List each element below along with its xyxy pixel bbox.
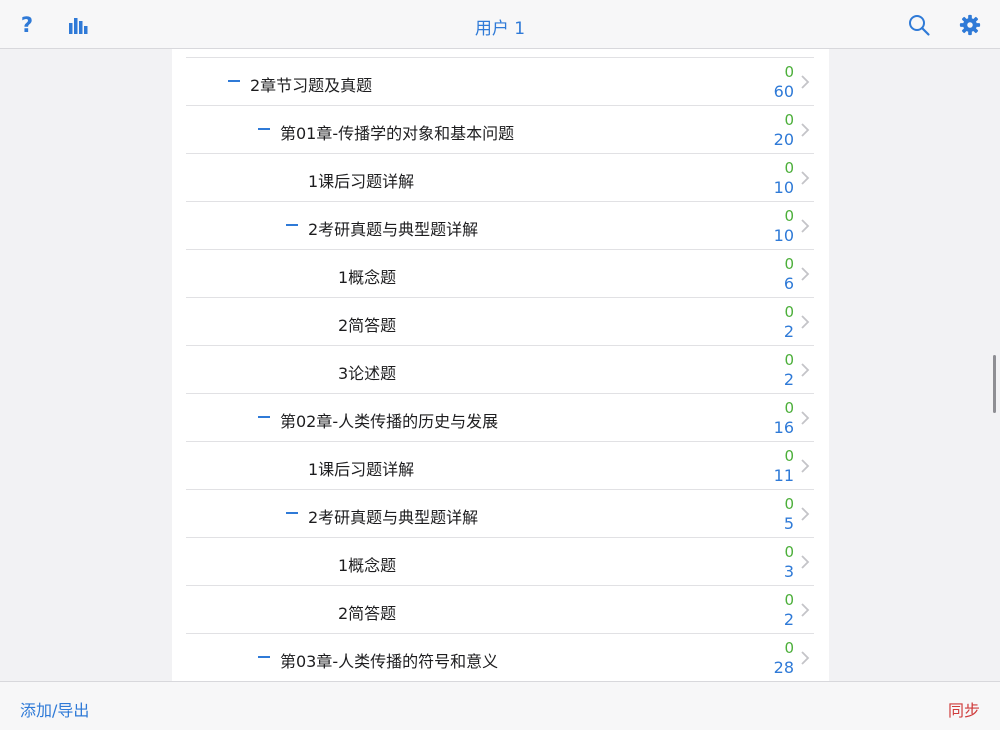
list-item[interactable]: 2章节习题及真题 0 60 xyxy=(186,58,814,106)
chevron-right-icon xyxy=(801,411,810,425)
chevron-right-icon xyxy=(801,651,810,665)
list-item[interactable]: 1概念题 0 6 xyxy=(186,250,814,298)
done-count: 0 xyxy=(784,111,794,129)
done-count: 0 xyxy=(784,63,794,81)
total-count: 16 xyxy=(773,418,794,437)
chevron-right-icon xyxy=(801,219,810,233)
list-item-label: 1概念题 xyxy=(338,556,397,575)
done-count: 0 xyxy=(784,303,794,321)
chevron-right-icon xyxy=(801,315,810,329)
done-count: 0 xyxy=(784,447,794,465)
total-count: 60 xyxy=(773,82,794,101)
chevron-right-icon xyxy=(801,123,810,137)
chevron-right-icon xyxy=(801,459,810,473)
chevron-right-icon xyxy=(801,603,810,617)
search-button[interactable] xyxy=(906,12,932,38)
gear-icon xyxy=(959,14,981,36)
done-count: 0 xyxy=(784,207,794,225)
total-count: 20 xyxy=(773,130,794,149)
list-item-label: 2考研真题与典型题详解 xyxy=(308,508,479,527)
list-item-label: 1课后习题详解 xyxy=(308,172,415,191)
chevron-right-icon xyxy=(801,363,810,377)
list-item-partial[interactable]: 0 xyxy=(186,49,814,58)
list-item[interactable]: 第01章-传播学的对象和基本问题 0 20 xyxy=(186,106,814,154)
total-count: 28 xyxy=(773,658,794,677)
done-count: 0 xyxy=(784,255,794,273)
done-count: 0 xyxy=(784,639,794,657)
total-count: 2 xyxy=(783,322,794,341)
total-count: 2 xyxy=(783,370,794,389)
done-count: 0 xyxy=(784,351,794,369)
list-item-label: 2简答题 xyxy=(338,604,397,623)
list-item-label: 2简答题 xyxy=(338,316,397,335)
list-item-label: 2考研真题与典型题详解 xyxy=(308,220,479,239)
list-item[interactable]: 3论述题 0 2 xyxy=(186,346,814,394)
list-item[interactable]: 第03章-人类传播的符号和意义 0 28 xyxy=(186,634,814,681)
total-count: 11 xyxy=(773,466,794,485)
list-item-label: 2章节习题及真题 xyxy=(250,76,373,95)
total-count: 3 xyxy=(783,562,794,581)
list-item[interactable]: 2简答题 0 2 xyxy=(186,586,814,634)
collapse-dash-icon[interactable] xyxy=(258,128,270,130)
done-count: 0 xyxy=(784,591,794,609)
list-item[interactable]: 1概念题 0 3 xyxy=(186,538,814,586)
list-item-label: 第03章-人类传播的符号和意义 xyxy=(280,652,499,671)
chevron-right-icon xyxy=(801,267,810,281)
chevron-right-icon xyxy=(801,171,810,185)
list-item[interactable]: 2简答题 0 2 xyxy=(186,298,814,346)
settings-button[interactable] xyxy=(957,12,983,38)
list-item-label: 1概念题 xyxy=(338,268,397,287)
list-item-label: 第02章-人类传播的历史与发展 xyxy=(280,412,499,431)
collapse-dash-icon[interactable] xyxy=(258,656,270,658)
top-toolbar: ? 用户 1 xyxy=(0,0,1000,49)
chevron-right-icon xyxy=(801,507,810,521)
total-count: 2 xyxy=(783,610,794,629)
partial-row-count: 0 xyxy=(784,49,794,53)
done-count: 0 xyxy=(784,495,794,513)
total-count: 5 xyxy=(783,514,794,533)
scrollbar[interactable] xyxy=(993,355,996,413)
search-icon xyxy=(909,15,930,36)
total-count: 10 xyxy=(773,226,794,245)
list-item[interactable]: 1课后习题详解 0 11 xyxy=(186,442,814,490)
bottom-toolbar: 添加/导出 同步 xyxy=(0,681,1000,730)
done-count: 0 xyxy=(784,543,794,561)
list-item-label: 第01章-传播学的对象和基本问题 xyxy=(280,124,515,143)
collapse-dash-icon[interactable] xyxy=(258,416,270,418)
list-item[interactable]: 2考研真题与典型题详解 0 10 xyxy=(186,202,814,250)
list-item[interactable]: 2考研真题与典型题详解 0 5 xyxy=(186,490,814,538)
done-count: 0 xyxy=(784,399,794,417)
sync-button[interactable]: 同步 xyxy=(948,697,980,721)
collapse-dash-icon[interactable] xyxy=(286,512,298,514)
chevron-right-icon xyxy=(801,75,810,89)
page-title: 用户 1 xyxy=(474,19,526,39)
add-export-button[interactable]: 添加/导出 xyxy=(20,697,89,721)
outline-list: 0 2章节习题及真题060第01章-传播学的对象和基本问题0201课后习题详解0… xyxy=(172,49,829,681)
chevron-right-icon xyxy=(801,555,810,569)
outline-panel[interactable]: 0 2章节习题及真题060第01章-传播学的对象和基本问题0201课后习题详解0… xyxy=(172,49,829,681)
total-count: 6 xyxy=(783,274,794,293)
collapse-dash-icon[interactable] xyxy=(286,224,298,226)
total-count: 10 xyxy=(773,178,794,197)
list-item[interactable]: 1课后习题详解 0 10 xyxy=(186,154,814,202)
list-item[interactable]: 第02章-人类传播的历史与发展 0 16 xyxy=(186,394,814,442)
collapse-dash-icon[interactable] xyxy=(228,80,240,82)
done-count: 0 xyxy=(784,159,794,177)
list-item-label: 3论述题 xyxy=(338,364,397,383)
list-item-label: 1课后习题详解 xyxy=(308,460,415,479)
